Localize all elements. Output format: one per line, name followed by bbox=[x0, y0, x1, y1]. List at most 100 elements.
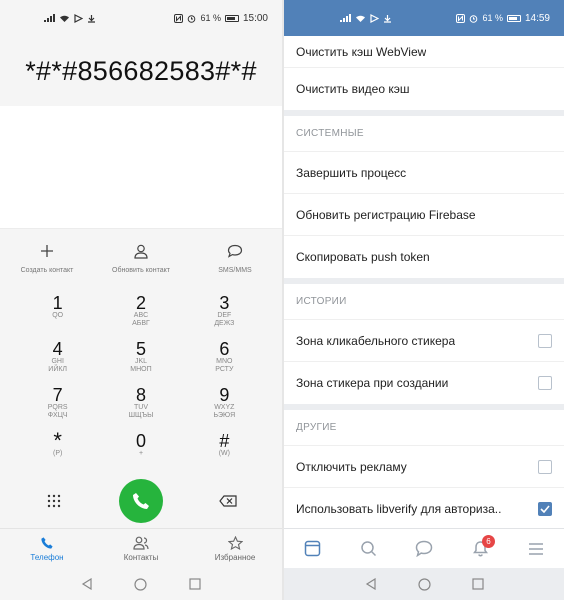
tab-favorites[interactable]: Избранное bbox=[195, 535, 275, 562]
debug-settings-screen: 61 % 14:59 Очистить кэш WebView Очистить… bbox=[284, 0, 564, 600]
key-letters-ru: ИЙКЛ bbox=[48, 366, 68, 373]
tab-notifications[interactable]: 6 bbox=[460, 529, 500, 569]
app-tabbar: 6 bbox=[284, 528, 564, 568]
recents-icon[interactable] bbox=[189, 578, 201, 590]
clear-video-cache-item[interactable]: Очистить видео кэш bbox=[284, 68, 564, 110]
key-5[interactable]: 5 JKL МНОП bbox=[99, 334, 182, 380]
call-row bbox=[0, 472, 282, 530]
tab-phone-label: Телефон bbox=[30, 552, 64, 562]
item-label: Завершить процесс bbox=[296, 165, 407, 180]
key-digit: 4 bbox=[52, 339, 63, 359]
key-letters-ru: ДЕЖЗ bbox=[214, 320, 235, 327]
alarm-icon bbox=[188, 14, 196, 23]
download-icon bbox=[384, 14, 391, 23]
key-hash[interactable]: # (W) bbox=[183, 426, 266, 472]
system-navigation bbox=[284, 568, 564, 600]
use-libverify-checkbox[interactable] bbox=[538, 502, 552, 516]
tab-messages[interactable] bbox=[404, 529, 444, 569]
sticker-zone-creation-checkbox[interactable] bbox=[538, 376, 552, 390]
tab-favorites-label: Избранное bbox=[214, 552, 256, 562]
contacts-icon bbox=[133, 536, 149, 550]
nfc-icon bbox=[174, 13, 184, 23]
key-1[interactable]: 1 QO bbox=[16, 288, 99, 334]
clickable-sticker-zone-checkbox[interactable] bbox=[538, 333, 552, 348]
tab-phone[interactable]: Телефон bbox=[7, 536, 87, 562]
cache-card: Очистить кэш WebView Очистить видео кэш bbox=[284, 36, 564, 110]
disable-ads-item[interactable]: Отключить рекламу bbox=[284, 446, 564, 488]
status-left-icons bbox=[44, 13, 96, 23]
key-digit: 3 bbox=[219, 293, 230, 313]
battery-percent: 61 % bbox=[200, 13, 221, 23]
backspace-button[interactable] bbox=[208, 481, 248, 521]
key-letters: WXYZ bbox=[214, 404, 235, 411]
key-digit: 6 bbox=[219, 339, 230, 359]
update-firebase-item[interactable]: Обновить регистрацию Firebase bbox=[284, 194, 564, 236]
item-label: Очистить видео кэш bbox=[296, 82, 410, 96]
back-icon[interactable] bbox=[365, 578, 377, 590]
home-icon[interactable] bbox=[417, 577, 431, 591]
key-2[interactable]: 2 ABC АБВГ bbox=[99, 288, 182, 334]
status-bar: 61 % 15:00 bbox=[0, 0, 282, 36]
tab-news[interactable] bbox=[292, 529, 332, 569]
key-4[interactable]: 4 GHI ИЙКЛ bbox=[16, 334, 99, 380]
key-3[interactable]: 3 DEF ДЕЖЗ bbox=[183, 288, 266, 334]
section-header-system: СИСТЕМНЫЕ bbox=[284, 116, 564, 152]
tab-contacts-label: Контакты bbox=[123, 552, 159, 562]
item-label: Зона стикера при создании bbox=[296, 376, 449, 390]
copy-push-token-item[interactable]: Скопировать push token bbox=[284, 236, 564, 278]
item-label: Скопировать push token bbox=[296, 250, 430, 264]
use-libverify-item[interactable]: Использовать libverify для авториза.. bbox=[284, 488, 564, 530]
clock: 15:00 bbox=[242, 12, 268, 24]
nfc-icon bbox=[456, 13, 466, 23]
disable-ads-checkbox[interactable] bbox=[538, 459, 552, 474]
create-contact-button[interactable]: Создать контакт bbox=[2, 241, 92, 274]
clickable-sticker-zone-item[interactable]: Зона кликабельного стикера bbox=[284, 320, 564, 362]
phone-icon bbox=[132, 493, 149, 509]
home-icon[interactable] bbox=[134, 577, 148, 591]
key-6[interactable]: 6 MNO РСТУ bbox=[183, 334, 266, 380]
checkmark-icon bbox=[540, 505, 550, 513]
sms-mms-button[interactable]: SMS/MMS bbox=[190, 241, 280, 274]
phone-icon bbox=[41, 536, 53, 549]
key-digit: 0 bbox=[135, 431, 146, 451]
recents-icon[interactable] bbox=[471, 578, 484, 590]
key-digit: 1 bbox=[52, 293, 63, 313]
wifi-icon bbox=[356, 15, 365, 22]
clear-webview-cache-item[interactable]: Очистить кэш WebView bbox=[284, 36, 564, 68]
tab-search[interactable] bbox=[348, 529, 388, 569]
key-letters-ru: ШЩЪЫ bbox=[128, 412, 154, 419]
key-letters: ABC bbox=[133, 312, 149, 319]
key-letters-ru: АБВГ bbox=[132, 320, 150, 327]
kill-process-item[interactable]: Завершить процесс bbox=[284, 152, 564, 194]
item-label: Отключить рекламу bbox=[296, 459, 407, 474]
dialed-number-area: *#*#856682583#*# bbox=[0, 36, 282, 106]
item-label: Обновить регистрацию Firebase bbox=[296, 207, 476, 222]
key-0[interactable]: 0 + bbox=[99, 426, 182, 472]
key-star[interactable]: * (P) bbox=[16, 426, 99, 472]
key-7[interactable]: 7 PQRS ФХЦЧ bbox=[16, 380, 99, 426]
key-letters: GHI bbox=[51, 358, 64, 365]
status-left-icons bbox=[340, 13, 392, 23]
key-9[interactable]: 9 WXYZ ЬЭЮЯ bbox=[183, 380, 266, 426]
tab-menu[interactable] bbox=[516, 529, 556, 569]
item-label: Очистить кэш WebView bbox=[296, 44, 427, 59]
tab-contacts[interactable]: Контакты bbox=[101, 536, 181, 562]
notifications-badge: 6 bbox=[482, 534, 495, 548]
key-8[interactable]: 8 TUV ШЩЪЫ bbox=[99, 380, 182, 426]
dialpad-icon bbox=[48, 494, 61, 508]
item-label: Использовать libverify для авториза.. bbox=[296, 502, 502, 516]
update-contact-button[interactable]: Обновить контакт bbox=[96, 241, 186, 274]
bottom-navigation: Телефон Контакты Избранное bbox=[0, 528, 282, 568]
key-letters: (W) bbox=[218, 450, 230, 457]
battery-icon bbox=[506, 14, 521, 22]
battery-icon bbox=[224, 14, 239, 22]
star-icon bbox=[227, 535, 243, 550]
sticker-zone-creation-item[interactable]: Зона стикера при создании bbox=[284, 362, 564, 404]
back-icon[interactable] bbox=[81, 578, 93, 590]
search-icon bbox=[360, 541, 376, 557]
section-header-other: ДРУГИЕ bbox=[284, 410, 564, 446]
update-contact-label: Обновить контакт bbox=[112, 267, 170, 274]
dialpad-toggle-button[interactable] bbox=[34, 481, 74, 521]
menu-icon bbox=[529, 542, 543, 555]
call-button[interactable] bbox=[118, 479, 163, 523]
